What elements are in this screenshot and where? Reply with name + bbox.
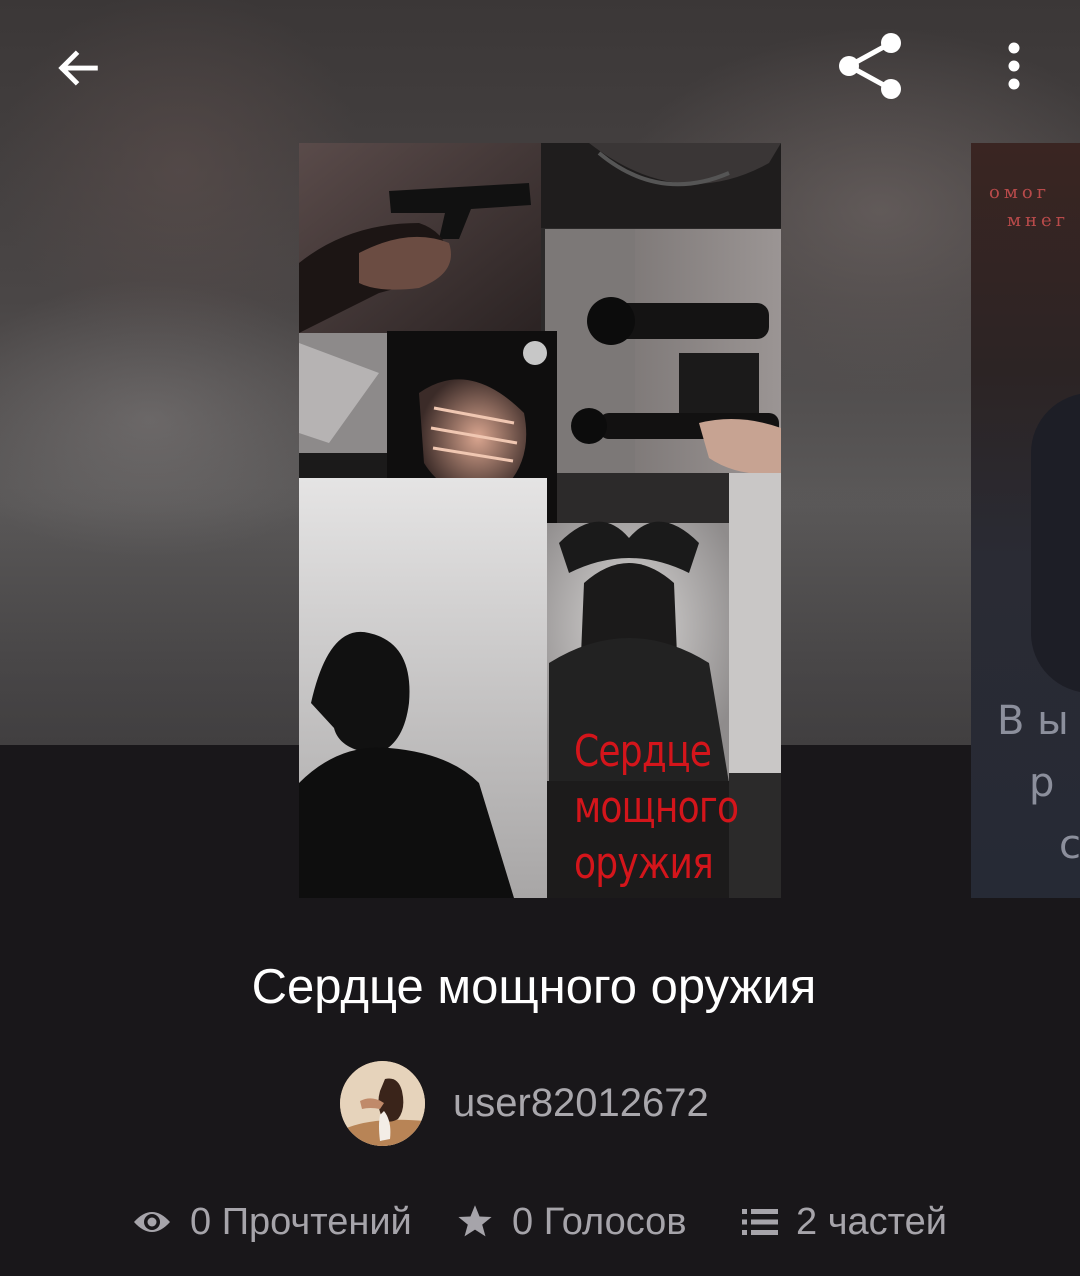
more-vertical-icon [1008, 42, 1020, 90]
reads-stat: 0 Прочтений [132, 1190, 412, 1254]
avatar-image [340, 1060, 425, 1146]
next-cover-small-text: омог мнег [989, 179, 1069, 235]
more-options-button[interactable] [980, 24, 1048, 108]
top-bar [0, 0, 1080, 130]
back-button[interactable] [36, 26, 120, 110]
next-cover-title-text: В ы р с [997, 690, 1080, 876]
story-details-screen: Сердце мощного оружия омог мнег В ы р с … [0, 0, 1080, 1276]
next-cover-small-line-2: мнег [1007, 210, 1070, 231]
story-cover[interactable]: Сердце мощного оружия [299, 143, 781, 898]
author-row[interactable]: user82012672 [340, 1060, 709, 1146]
reads-label: 0 Прочтений [190, 1200, 412, 1243]
avatar[interactable] [340, 1060, 425, 1146]
share-icon [839, 33, 901, 99]
cover-title-line-2: мощного [574, 782, 739, 833]
next-cover-figure [1031, 393, 1080, 693]
parts-stat: 2 частей [742, 1190, 947, 1254]
list-icon [742, 1207, 778, 1237]
cover-title-text: Сердце мощного оружия [574, 724, 739, 892]
story-stats: 0 Прочтений 0 Голосов 2 частей [0, 1190, 1080, 1254]
cover-title-line-1: Сердце [574, 726, 712, 777]
story-title: Сердце мощного оружия [251, 960, 817, 1014]
share-button[interactable] [826, 24, 916, 108]
votes-stat: 0 Голосов [456, 1190, 687, 1254]
author-name[interactable]: user82012672 [453, 1078, 709, 1128]
cover-title-line-3: оружия [574, 838, 714, 889]
next-cover-line-1: В ы [997, 698, 1069, 744]
next-cover-small-line-1: омог [989, 182, 1051, 203]
arrow-left-icon [58, 50, 98, 86]
parts-label: 2 частей [796, 1200, 947, 1243]
next-cover-line-2: р [1029, 760, 1055, 806]
star-icon [456, 1204, 494, 1240]
votes-label: 0 Голосов [512, 1200, 687, 1243]
eye-icon [132, 1208, 172, 1236]
next-cover-line-3: с [1059, 822, 1080, 868]
